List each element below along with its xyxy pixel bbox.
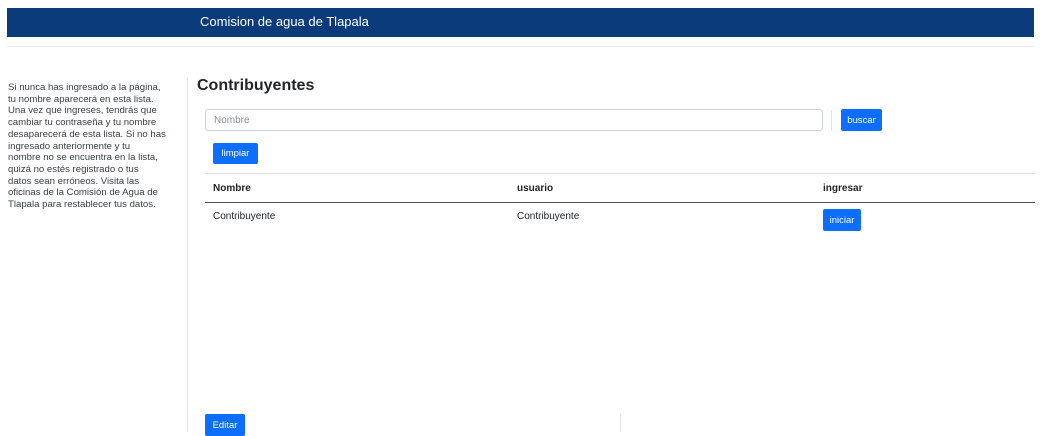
table-top-border: [205, 173, 1035, 174]
sidebar-divider: [187, 78, 188, 432]
column-header-usuario: usuario: [517, 183, 554, 194]
cell-nombre: Contribuyente: [213, 211, 276, 222]
help-line: oficinas de la Comisión de Agua de: [8, 187, 158, 199]
sidebar-help-text: Si nunca has ingresado a la página, tu n…: [8, 82, 180, 211]
column-header-nombre: Nombre: [213, 183, 251, 194]
app-title[interactable]: Comision de agua de Tlapala: [200, 14, 369, 29]
help-line: Si nunca has ingresado a la página,: [8, 82, 161, 93]
help-line: tu nombre aparecerá en esta lista.: [8, 93, 154, 105]
table-header-border: [205, 202, 1035, 203]
header-divider: [7, 46, 1034, 47]
login-button[interactable]: iniciar: [823, 209, 861, 231]
help-line: datos sean erróneos. Visita las: [8, 175, 140, 187]
help-line: quizá no estés registrado o tus: [8, 163, 139, 175]
search-divider: [831, 110, 832, 131]
search-input[interactable]: [205, 109, 823, 131]
top-navbar: Comision de agua de Tlapala: [7, 8, 1034, 37]
footer-divider: [620, 414, 621, 432]
help-line: Una vez que ingreses, tendrás que: [8, 105, 157, 117]
help-line: Tlapala para restablecer tus datos.: [8, 199, 156, 211]
help-line: desaparecerá de esta lista. Si no has: [8, 128, 166, 140]
help-line: ingresado anteriormente y tu: [8, 140, 131, 152]
help-line: cambiar tu contraseña y tu nombre: [8, 117, 157, 129]
page-title: Contribuyentes: [197, 77, 315, 94]
help-line: nombre no se encuentra en la lista,: [8, 152, 158, 164]
cell-usuario: Contribuyente: [517, 211, 580, 222]
clear-button[interactable]: limpiar: [213, 143, 258, 164]
search-button[interactable]: buscar: [841, 109, 882, 131]
edit-button[interactable]: Editar: [205, 414, 245, 436]
column-header-ingresar: ingresar: [823, 183, 863, 194]
